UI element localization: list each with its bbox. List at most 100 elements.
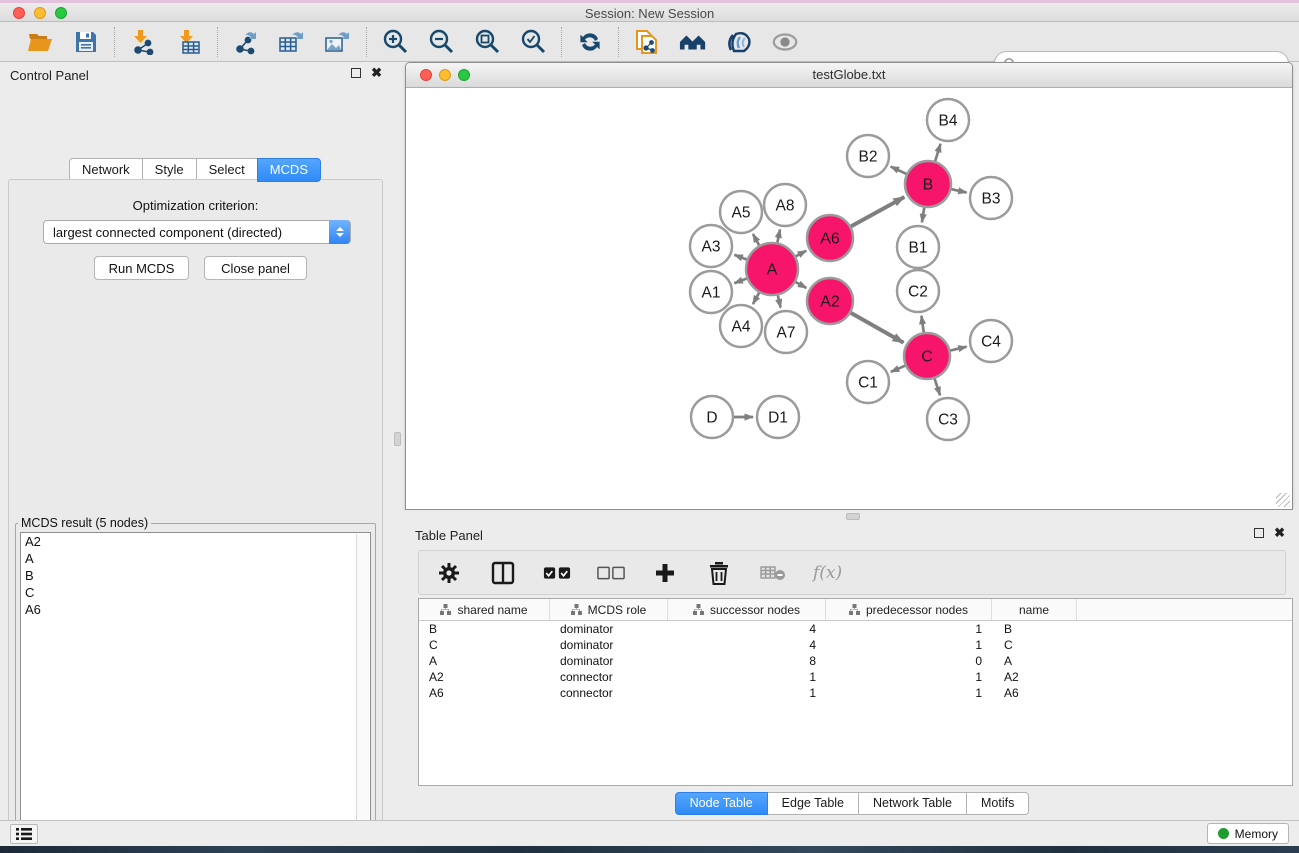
graph-edge[interactable]	[778, 295, 781, 307]
network-window-titlebar[interactable]: testGlobe.txt	[406, 63, 1292, 88]
graph-edge[interactable]	[891, 366, 905, 372]
graph-node-label: A3	[702, 239, 721, 256]
vertical-splitter[interactable]	[390, 62, 405, 820]
zoom-fit-icon[interactable]	[473, 28, 501, 56]
main-titlebar: Session: New Session	[0, 3, 1299, 22]
graph-edge[interactable]	[753, 234, 759, 245]
graph-edge[interactable]	[734, 255, 746, 260]
graph-edge[interactable]	[753, 293, 759, 304]
graph-node-label: D	[706, 410, 717, 427]
mcds-result-item[interactable]: A2	[21, 533, 370, 550]
table-row[interactable]: Cdominator41C	[419, 637, 1292, 653]
function-builder-icon[interactable]: f(x)	[813, 563, 842, 583]
float-panel-icon[interactable]	[1254, 528, 1264, 538]
close-panel-button[interactable]: Close panel	[204, 256, 307, 280]
save-session-icon[interactable]	[72, 28, 100, 56]
tab-motifs[interactable]: Motifs	[966, 792, 1029, 815]
table-cell: A2	[992, 669, 1077, 685]
graph-edge[interactable]	[796, 251, 806, 257]
deselect-all-icon[interactable]	[597, 559, 625, 587]
tab-node-table[interactable]: Node Table	[675, 792, 768, 815]
show-column-icon[interactable]	[489, 559, 517, 587]
new-network-from-selection-icon[interactable]	[633, 28, 661, 56]
graph-node-label: A1	[702, 285, 721, 302]
table-cell: 4	[668, 621, 826, 637]
open-file-icon[interactable]	[26, 28, 54, 56]
table-options-icon[interactable]	[435, 559, 463, 587]
splitter-handle[interactable]	[846, 513, 860, 520]
graph-node-label: B1	[909, 240, 928, 257]
mcds-result-item[interactable]: B	[21, 567, 370, 584]
column-header-predecessor-nodes[interactable]: predecessor nodes	[826, 599, 992, 620]
import-table-icon[interactable]	[175, 28, 203, 56]
tab-edge-table[interactable]: Edge Table	[767, 792, 859, 815]
float-panel-icon[interactable]	[351, 68, 361, 78]
table-row[interactable]: Bdominator41B	[419, 621, 1292, 637]
refresh-icon[interactable]	[576, 28, 604, 56]
mcds-result-item[interactable]: A	[21, 550, 370, 567]
close-panel-icon[interactable]: ✖	[1274, 528, 1285, 538]
list-scrollbar[interactable]	[356, 534, 369, 853]
column-header-mcds-role[interactable]: MCDS role	[550, 599, 668, 620]
hide-selected-icon[interactable]	[725, 28, 753, 56]
delete-column-icon[interactable]	[705, 559, 733, 587]
table-row[interactable]: A2connector11A2	[419, 669, 1292, 685]
graph-edge[interactable]	[921, 316, 923, 332]
horizontal-splitter[interactable]	[405, 510, 1299, 522]
graph-edge[interactable]	[851, 313, 904, 343]
import-network-icon[interactable]	[129, 28, 157, 56]
close-panel-icon[interactable]: ✖	[371, 68, 382, 78]
window-resize-grip[interactable]	[1276, 493, 1290, 507]
graph-edge[interactable]	[891, 167, 907, 174]
table-cell: C	[992, 637, 1077, 653]
delete-table-icon[interactable]	[759, 559, 787, 587]
table-cell: dominator	[550, 637, 668, 653]
tab-network-table[interactable]: Network Table	[858, 792, 967, 815]
graph-edge[interactable]	[922, 208, 924, 223]
network-canvas[interactable]: B4B2BB3A8A5A6A3B1AA1C2A2A4A7C4CC1C3DD1	[406, 88, 1292, 509]
mcds-result-item[interactable]: A6	[21, 601, 370, 618]
optimization-criterion-value: largest connected component (directed)	[53, 225, 282, 240]
graph-edge[interactable]	[951, 189, 966, 192]
memory-button[interactable]: Memory	[1207, 823, 1289, 844]
graph-node-label: A7	[777, 325, 796, 342]
dropdown-stepper-icon[interactable]	[329, 220, 350, 244]
mcds-result-title: MCDS result (5 nodes)	[18, 516, 151, 530]
splitter-handle[interactable]	[394, 432, 401, 446]
mcds-result-item[interactable]: C	[21, 584, 370, 601]
table-row[interactable]: A6connector11A6	[419, 685, 1292, 701]
graph-edge[interactable]	[851, 197, 904, 226]
table-cell: A6	[419, 685, 550, 701]
task-history-button[interactable]	[10, 824, 38, 844]
column-header-name[interactable]: name	[992, 599, 1077, 620]
table-cell: 1	[826, 685, 992, 701]
graph-edge[interactable]	[777, 229, 780, 242]
zoom-in-icon[interactable]	[381, 28, 409, 56]
column-header-successor-nodes[interactable]: successor nodes	[668, 599, 826, 620]
export-image-icon[interactable]	[324, 28, 352, 56]
graph-edge[interactable]	[935, 379, 941, 396]
main-toolbar	[0, 22, 1299, 62]
graph-edge[interactable]	[935, 144, 940, 161]
zoom-out-icon[interactable]	[427, 28, 455, 56]
first-neighbors-icon[interactable]	[679, 28, 707, 56]
optimization-criterion-select[interactable]: largest connected component (directed)	[43, 220, 351, 244]
show-all-icon[interactable]	[771, 28, 799, 56]
select-all-icon[interactable]	[543, 559, 571, 587]
mcds-result-list[interactable]: A2ABCA6	[20, 532, 371, 853]
export-network-icon[interactable]	[232, 28, 260, 56]
network-graph[interactable]: B4B2BB3A8A5A6A3B1AA1C2A2A4A7C4CC1C3DD1	[406, 88, 1292, 509]
column-header-shared-name[interactable]: shared name	[419, 599, 550, 620]
control-panel: Control Panel ✖ Network Style Select MCD…	[0, 62, 390, 820]
table-row[interactable]: Adominator80A	[419, 653, 1292, 669]
export-table-icon[interactable]	[278, 28, 306, 56]
graph-edge[interactable]	[796, 282, 807, 288]
add-column-icon[interactable]	[651, 559, 679, 587]
graph-node-label: A5	[732, 205, 751, 222]
run-mcds-button[interactable]: Run MCDS	[94, 256, 189, 280]
graph-edge[interactable]	[734, 279, 746, 284]
table-panel-title: Table Panel	[415, 528, 483, 543]
tab-mcds[interactable]: MCDS	[257, 158, 321, 182]
graph-edge[interactable]	[950, 347, 966, 351]
zoom-selected-icon[interactable]	[519, 28, 547, 56]
